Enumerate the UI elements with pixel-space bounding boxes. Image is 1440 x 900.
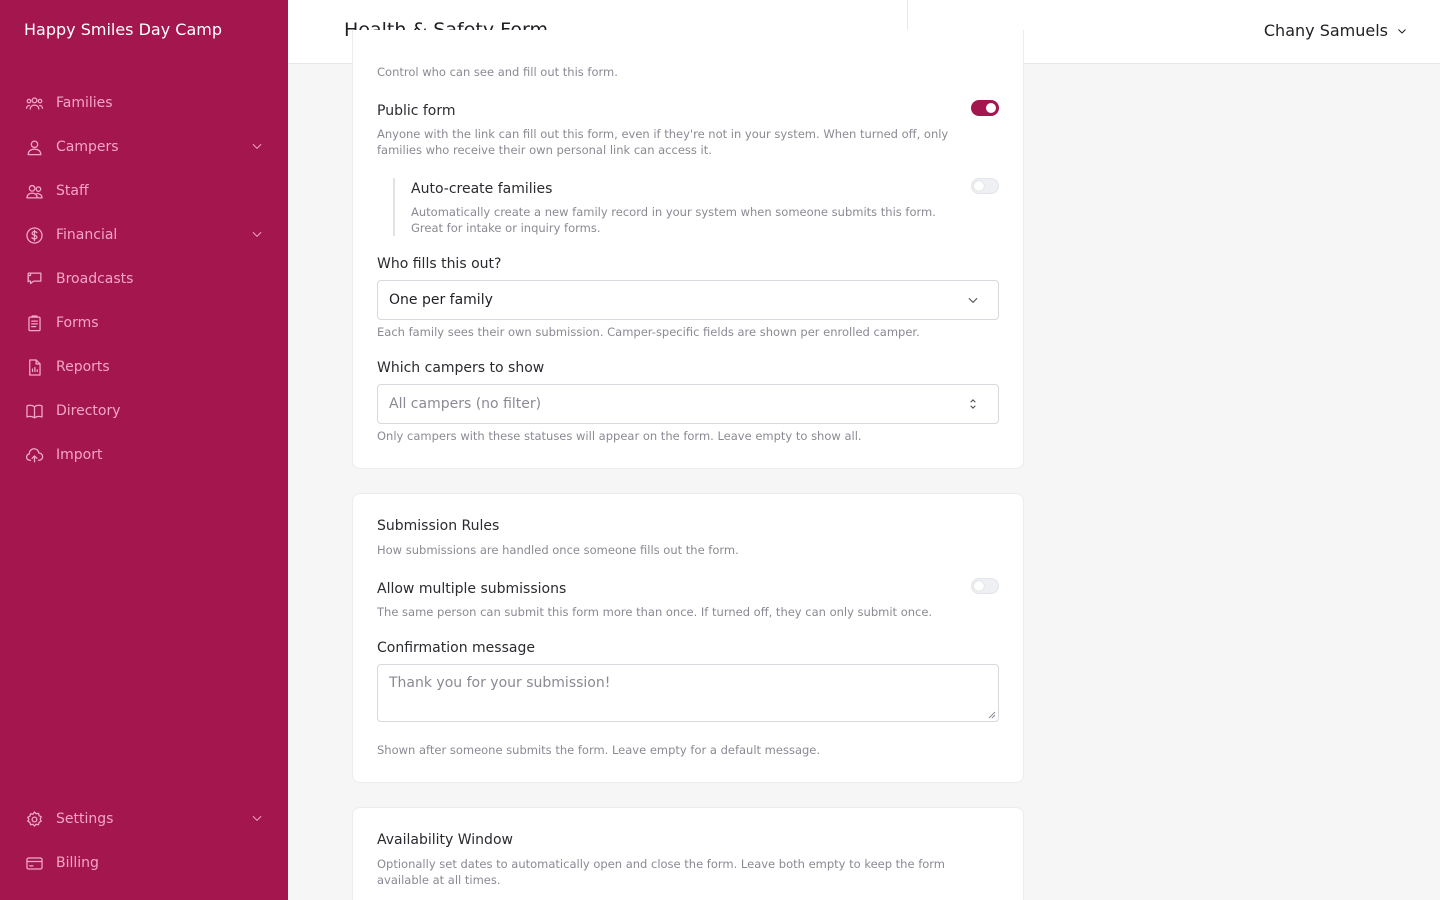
chevron-down-icon[interactable] <box>250 138 264 157</box>
users-icon <box>24 93 44 113</box>
sidebar-item-broadcasts[interactable]: Broadcasts <box>0 257 288 301</box>
who-fills-select[interactable]: One per family <box>377 280 999 320</box>
user-icon <box>24 137 44 157</box>
sidebar-item-financial[interactable]: Financial <box>0 213 288 257</box>
sidebar: Happy Smiles Day Camp Families Campers S… <box>0 0 288 900</box>
confirmation-message-field[interactable]: Thank you for your submission! <box>377 664 999 722</box>
book-icon <box>24 401 44 421</box>
chevron-down-icon <box>968 297 978 304</box>
sidebar-item-label: Billing <box>56 855 99 871</box>
chevron-up-down-icon <box>970 399 976 409</box>
staff-icon <box>24 181 44 201</box>
who-fills-help: Each family sees their own submission. C… <box>377 325 920 339</box>
public-form-description: Anyone with the link can fill out this f… <box>377 127 949 157</box>
app-name[interactable]: Happy Smiles Day Camp <box>24 20 222 39</box>
public-form-toggle[interactable] <box>971 100 999 116</box>
sidebar-item-settings[interactable]: Settings <box>0 797 288 841</box>
who-fills-label: Who fills this out? <box>377 256 502 272</box>
access-description: Control who can see and fill out this fo… <box>377 65 618 79</box>
which-campers-help: Only campers with these statuses will ap… <box>377 429 862 443</box>
confirmation-help: Shown after someone submits the form. Le… <box>377 743 821 757</box>
sidebar-item-billing[interactable]: Billing <box>0 841 288 885</box>
sidebar-item-label: Reports <box>56 359 110 375</box>
submission-rules-title: Submission Rules <box>377 518 500 534</box>
confirmation-placeholder: Thank you for your submission! <box>389 675 611 691</box>
multiple-submissions-toggle[interactable] <box>971 578 999 594</box>
resize-handle-icon[interactable] <box>988 711 996 719</box>
multiple-submissions-description: The same person can submit this form mor… <box>377 605 933 619</box>
which-campers-select[interactable]: All campers (no filter) <box>377 384 999 424</box>
user-name: Chany Samuels <box>1263 21 1388 40</box>
report-icon <box>24 357 44 377</box>
sidebar-item-label: Broadcasts <box>56 271 134 287</box>
credit-card-icon <box>24 853 44 873</box>
submission-rules-description: How submissions are handled once someone… <box>377 543 739 557</box>
public-form-label: Public form <box>377 103 456 119</box>
sidebar-nav: Families Campers Staff Financial Broadca… <box>0 81 288 477</box>
auto-create-description: Automatically create a new family record… <box>411 205 936 235</box>
sidebar-item-label: Settings <box>56 811 114 827</box>
sidebar-item-label: Families <box>56 95 113 111</box>
availability-description: Optionally set dates to automatically op… <box>377 857 946 887</box>
sidebar-item-campers[interactable]: Campers <box>0 125 288 169</box>
chevron-down-icon[interactable] <box>250 810 264 829</box>
sidebar-item-directory[interactable]: Directory <box>0 389 288 433</box>
sidebar-item-forms[interactable]: Forms <box>0 301 288 345</box>
sidebar-item-label: Directory <box>56 403 121 419</box>
chat-icon <box>24 269 44 289</box>
auto-create-toggle[interactable] <box>971 178 999 194</box>
sidebar-bottom-nav: Settings Billing <box>0 797 288 885</box>
user-menu[interactable]: Chany Samuels <box>1264 21 1408 40</box>
confirmation-label: Confirmation message <box>377 640 535 656</box>
dollar-icon <box>24 225 44 245</box>
indent-bar <box>393 178 395 236</box>
sidebar-item-label: Financial <box>56 227 118 243</box>
cloud-upload-icon <box>24 445 44 465</box>
gear-icon <box>24 809 44 829</box>
which-campers-label: Which campers to show <box>377 360 545 376</box>
which-campers-placeholder: All campers (no filter) <box>389 396 542 412</box>
sidebar-item-staff[interactable]: Staff <box>0 169 288 213</box>
who-fills-value: One per family <box>389 292 493 308</box>
sidebar-item-import[interactable]: Import <box>0 433 288 477</box>
sidebar-item-label: Forms <box>56 315 99 331</box>
chevron-down-icon[interactable] <box>250 226 264 245</box>
auto-create-label: Auto-create families <box>411 181 553 197</box>
sidebar-item-label: Staff <box>56 183 89 199</box>
sidebar-item-label: Campers <box>56 139 119 155</box>
sidebar-item-label: Import <box>56 447 103 463</box>
sidebar-item-families[interactable]: Families <box>0 81 288 125</box>
clipboard-icon <box>24 313 44 333</box>
availability-title: Availability Window <box>377 832 513 848</box>
submission-rules-card <box>352 493 1024 783</box>
multiple-submissions-label: Allow multiple submissions <box>377 581 567 597</box>
chevron-down-icon <box>1398 28 1406 34</box>
sidebar-item-reports[interactable]: Reports <box>0 345 288 389</box>
